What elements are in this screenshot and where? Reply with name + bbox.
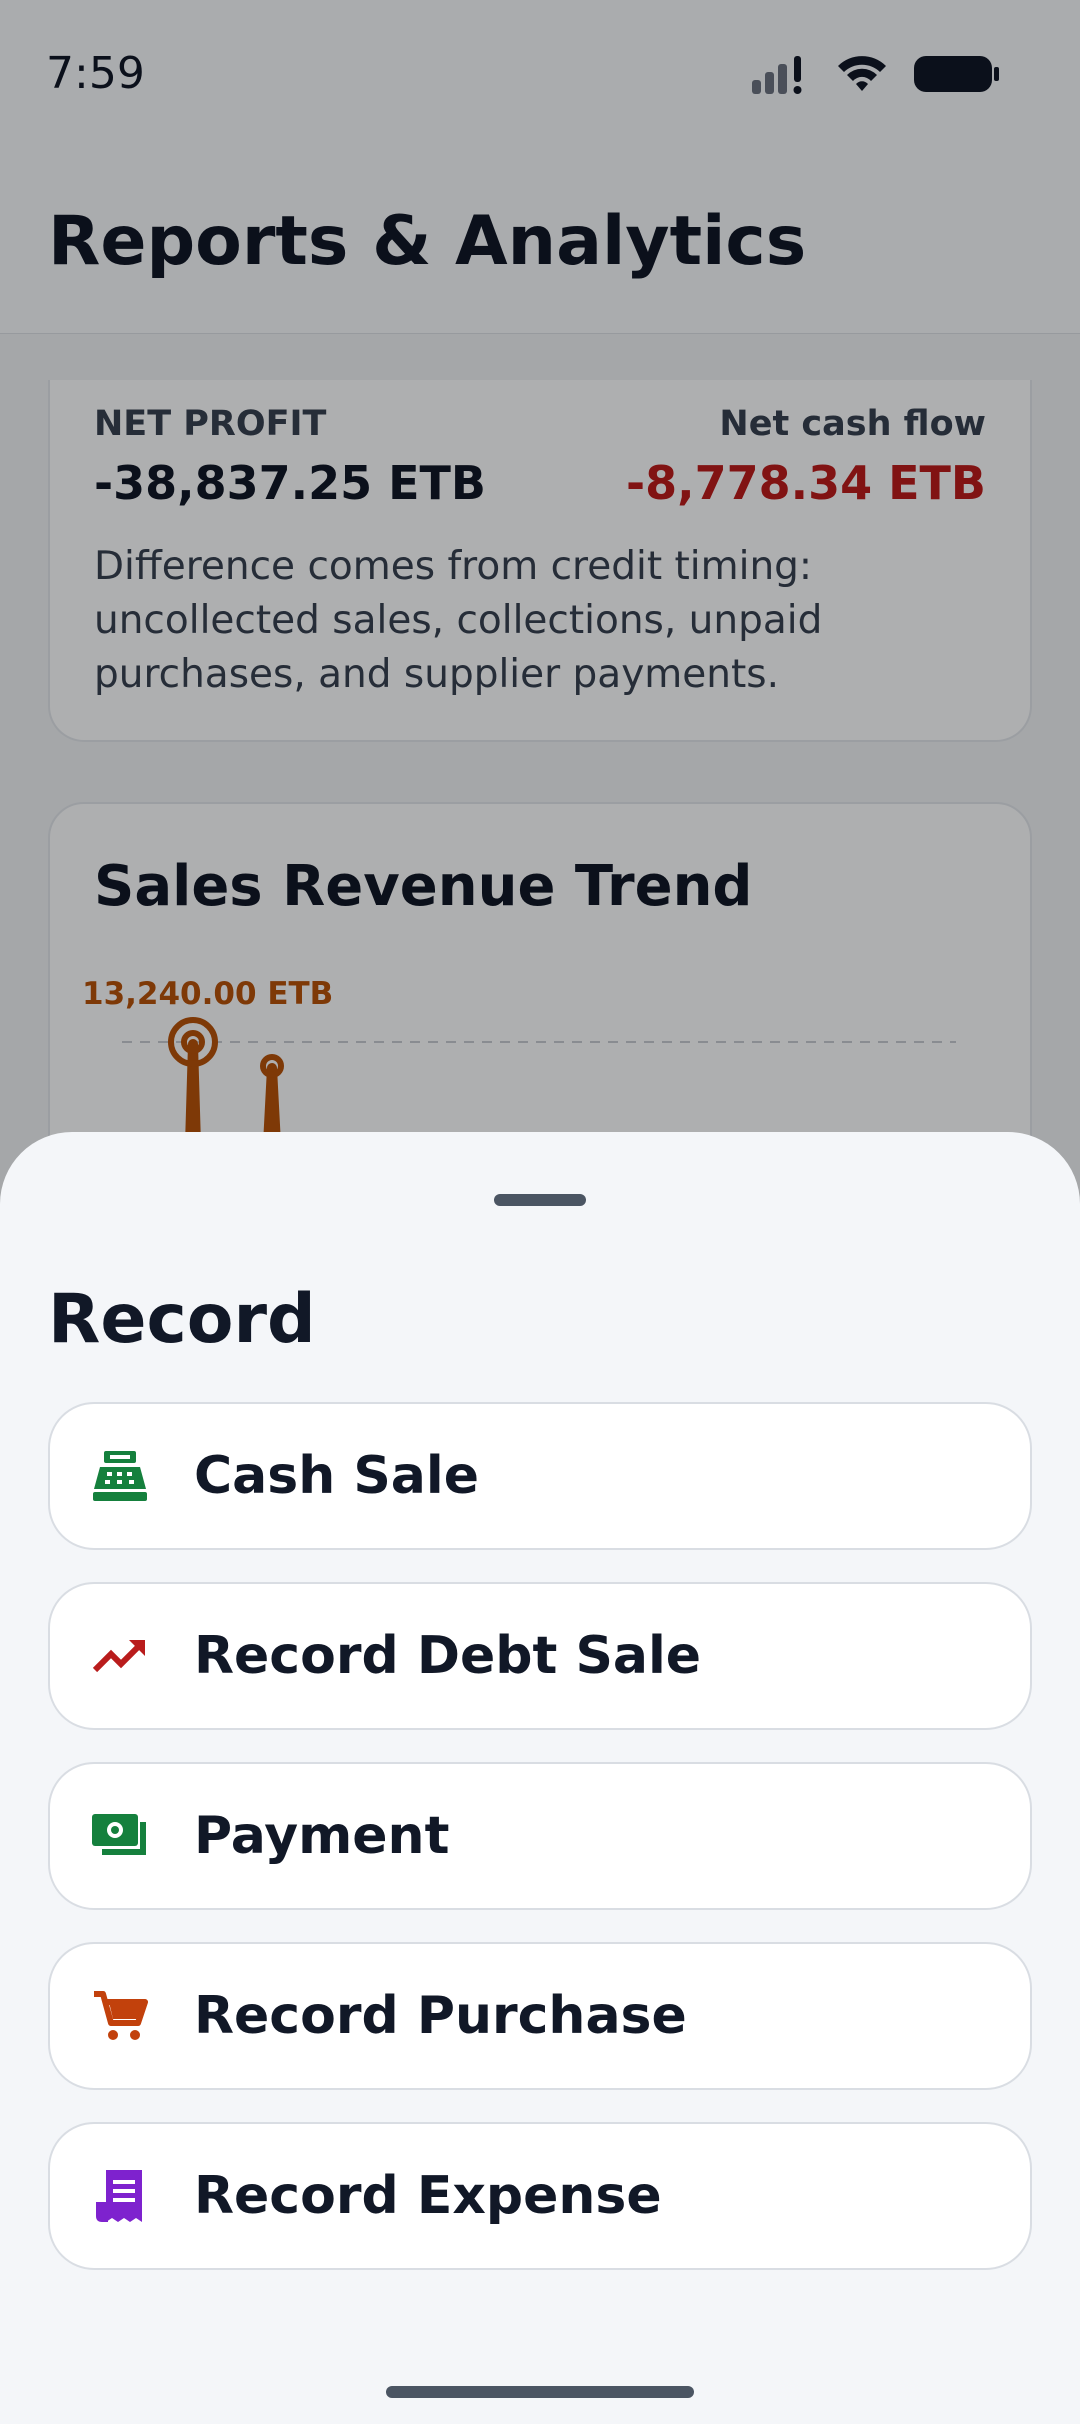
cash-sale-button[interactable]: Cash Sale [48,1402,1032,1550]
record-bottom-sheet: Record Cash Sale Record Debt Sale Paymen… [0,1132,1080,2424]
cart-icon [90,1986,150,2046]
sheet-drag-handle[interactable] [494,1194,586,1206]
record-expense-label: Record Expense [194,2166,662,2226]
record-debt-sale-label: Record Debt Sale [194,1626,702,1686]
cash-register-icon [90,1446,150,1506]
screen: 7:59 Reports & Analytics NET PROFIT -38,… [0,0,1080,2424]
cash-sale-label: Cash Sale [194,1446,479,1506]
payment-button[interactable]: Payment [48,1762,1032,1910]
record-expense-button[interactable]: Record Expense [48,2122,1032,2270]
money-icon [90,1806,150,1866]
home-indicator [386,2386,694,2398]
receipt-icon [90,2166,150,2226]
payment-label: Payment [194,1806,450,1866]
record-purchase-button[interactable]: Record Purchase [48,1942,1032,2090]
record-debt-sale-button[interactable]: Record Debt Sale [48,1582,1032,1730]
sheet-title: Record [48,1280,316,1359]
record-purchase-label: Record Purchase [194,1986,687,2046]
trending-up-icon [90,1626,150,1686]
